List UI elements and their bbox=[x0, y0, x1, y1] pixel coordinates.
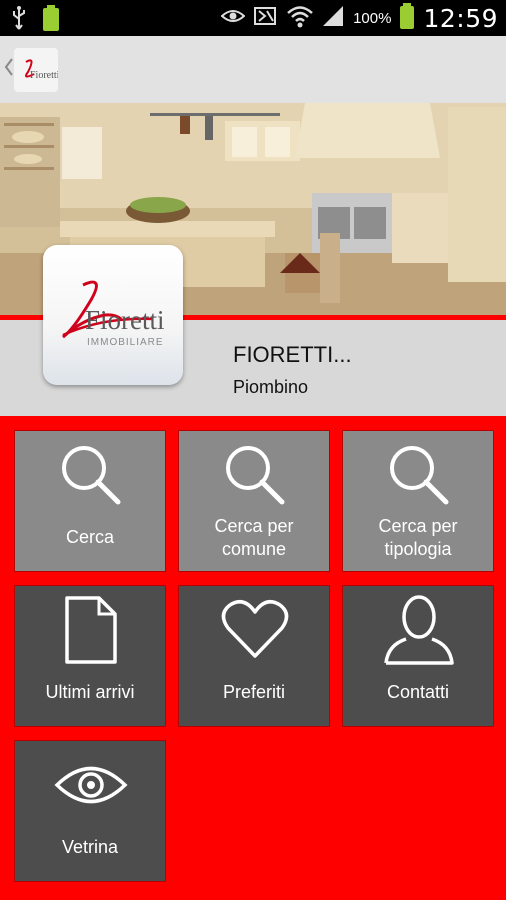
usb-icon bbox=[10, 5, 28, 36]
app-screen: 100% 12:59 Fioretti FIORETTI... Piombino… bbox=[0, 0, 506, 900]
tile-label: Ultimi arrivi bbox=[45, 682, 135, 702]
eye-icon bbox=[220, 6, 246, 31]
tile-label-line2: comune bbox=[221, 539, 287, 559]
person-icon bbox=[379, 592, 459, 668]
search-icon bbox=[379, 437, 459, 513]
status-clock: 12:59 bbox=[423, 4, 498, 33]
tile-label: Cerca per tipologia bbox=[343, 515, 493, 561]
status-bar-left bbox=[10, 4, 60, 37]
tile-label: Vetrina bbox=[61, 837, 119, 857]
logo-sub-text: IMMOBILIARE bbox=[87, 337, 164, 348]
search-icon bbox=[215, 437, 295, 513]
tile-label: Preferiti bbox=[222, 682, 285, 702]
battery-icon bbox=[399, 2, 415, 35]
status-bar-right: 100% 12:59 bbox=[220, 2, 498, 35]
tile-label-line1: Cerca per bbox=[214, 516, 294, 536]
eye-icon bbox=[51, 747, 131, 823]
tile-label: Contatti bbox=[386, 682, 450, 702]
logo-brand-text: Fioretti bbox=[85, 305, 165, 335]
battery-small-icon bbox=[42, 4, 60, 37]
company-name: FIORETTI... bbox=[233, 342, 352, 367]
action-bar: Fioretti bbox=[0, 36, 506, 103]
tile-preferiti[interactable]: Preferiti bbox=[178, 585, 330, 727]
home-up-button[interactable]: Fioretti bbox=[4, 46, 66, 94]
tile-cerca-per-comune[interactable]: Cerca per comune bbox=[178, 430, 330, 572]
tile-label-line2: tipologia bbox=[384, 539, 452, 559]
tile-label: Cerca bbox=[65, 527, 114, 547]
company-city: Piombino bbox=[233, 377, 309, 397]
tile-cerca-per-tipologia[interactable]: Cerca per tipologia bbox=[342, 430, 494, 572]
heart-icon bbox=[215, 592, 295, 668]
document-icon bbox=[51, 592, 131, 668]
chevron-left-icon bbox=[4, 57, 14, 83]
signal-icon bbox=[321, 4, 345, 33]
svg-text:Fioretti: Fioretti bbox=[30, 70, 58, 81]
tile-ultimi-arrivi[interactable]: Ultimi arrivi bbox=[14, 585, 166, 727]
battery-percent: 100% bbox=[353, 10, 392, 27]
app-logo-small: Fioretti bbox=[14, 48, 58, 92]
status-bar: 100% 12:59 bbox=[0, 0, 506, 36]
tile-contatti[interactable]: Contatti bbox=[342, 585, 494, 727]
tile-label: Cerca per comune bbox=[179, 515, 329, 561]
tile-cerca[interactable]: Cerca bbox=[14, 430, 166, 572]
wifi-icon bbox=[287, 4, 313, 33]
mute-icon bbox=[253, 5, 279, 32]
company-logo: Fioretti IMMOBILIARE bbox=[43, 245, 183, 385]
search-icon bbox=[51, 437, 131, 513]
tile-vetrina[interactable]: Vetrina bbox=[14, 740, 166, 882]
tile-label-line1: Cerca per bbox=[378, 516, 458, 536]
